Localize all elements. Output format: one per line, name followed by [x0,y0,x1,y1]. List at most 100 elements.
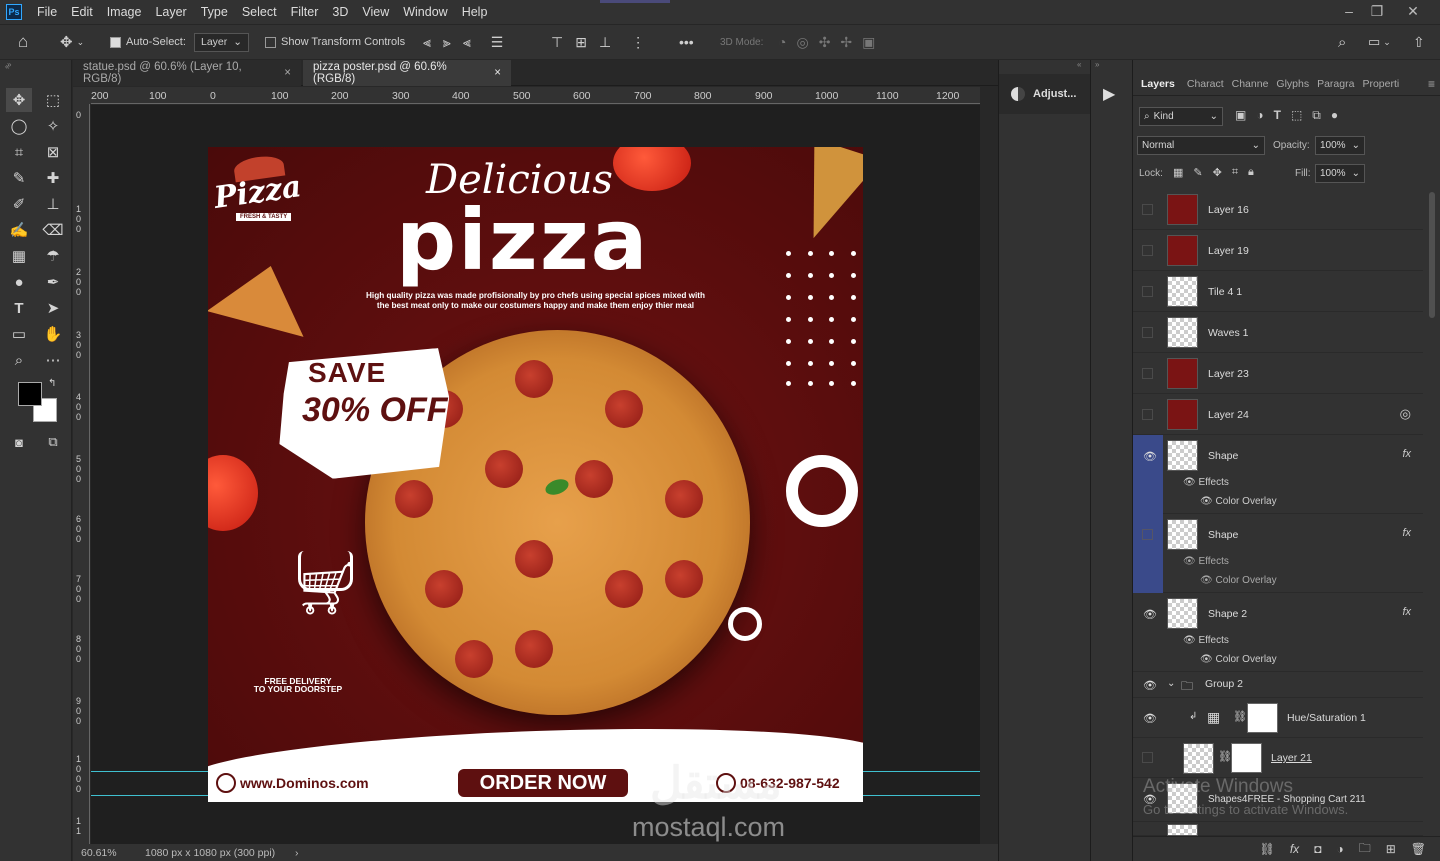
layer-row-adjustment[interactable]: 👁︎ ↲ ▦ ⛓︎ Hue/Saturation 1 [1133,698,1423,738]
play-icon[interactable]: ▶ [1103,84,1115,104]
layer-name[interactable]: Layer 19 [1208,245,1249,257]
effects-row[interactable]: 👁︎ Effects [1183,635,1229,646]
layer-row[interactable]: Layer 19 [1133,230,1423,271]
share-icon[interactable]: ⇧ [1413,25,1425,59]
menu-3d[interactable]: 3D [325,0,355,24]
auto-select-dropdown[interactable]: Layer ⌄ [194,32,250,52]
dodge-tool-icon[interactable]: ● [6,270,32,294]
menu-view[interactable]: View [355,0,396,24]
layer-row[interactable]: Waves 1 [1133,312,1423,353]
show-transform-checkbox[interactable]: Show Transform Controls [265,25,405,59]
camera-icon[interactable]: ▣ [862,34,875,51]
expand-icon[interactable]: » [1095,60,1099,69]
menu-filter[interactable]: Filter [284,0,326,24]
lock-image-icon[interactable]: ✎ [1193,166,1202,179]
tab-glyphs[interactable]: Glyphs [1272,78,1313,90]
link-icon[interactable]: ⛓︎ [1218,750,1232,763]
layer-row[interactable]: ⛓︎ Layer 21 [1133,738,1423,778]
panel-menu-icon[interactable]: ≡ [1428,77,1435,91]
layer-row-group[interactable]: 👁︎ ⌄ 🗀︎ Group 2 [1133,672,1423,698]
filter-kind-dropdown[interactable]: ⌕ Kind ⌄ [1139,107,1223,126]
fx-icon[interactable]: fx [1402,606,1411,618]
link-layers-icon[interactable]: ⛓︎ [1260,842,1275,856]
add-mask-icon[interactable]: ◘ [1314,842,1321,856]
filter-smart-icon[interactable]: ⧉ [1312,108,1321,123]
visibility-toggle[interactable] [1142,286,1153,297]
color-overlay-row[interactable]: 👁︎ Color Overlay [1200,575,1277,586]
layer-name[interactable]: Hue/Saturation 1 [1287,712,1366,724]
align-center-icon[interactable]: ⫸ [443,34,451,51]
opacity-field[interactable]: 100% ⌄ [1315,136,1365,155]
align-middle-icon[interactable]: ⊞ [575,34,587,51]
workspace-icon[interactable]: ▭ ⌄ [1368,25,1391,59]
fx-icon[interactable]: fx [1402,527,1411,539]
expand-icon[interactable]: » [7,60,11,69]
tab-layers[interactable]: Layers [1133,78,1183,90]
visibility-toggle[interactable] [1142,409,1153,420]
fx-icon[interactable]: fx [1402,448,1411,460]
distribute-vertical-icon[interactable]: ⋮ [631,34,645,51]
layer-name[interactable]: Shape 2 [1208,608,1247,620]
menu-type[interactable]: Type [194,0,235,24]
close-window-icon[interactable]: ✕ [1398,0,1428,24]
type-tool-icon[interactable]: T [6,296,32,320]
fill-field[interactable]: 100% ⌄ [1315,164,1365,183]
layer-row-shape[interactable]: 👁︎ Shape fx 👁︎ Effects 👁︎ Color Overlay [1133,435,1423,514]
effects-row[interactable]: 👁︎ Effects [1183,556,1229,567]
status-arrow-icon[interactable]: › [295,847,299,859]
layer-name[interactable]: Waves 1 [1208,327,1248,339]
layer-name[interactable]: Layer 21 [1271,752,1312,764]
layer-row[interactable]: Tile 4 1 [1133,271,1423,312]
distribute-icon[interactable]: ☰ [491,34,504,51]
layer-name[interactable]: Layer 24 [1208,409,1249,421]
close-tab-icon[interactable]: × [494,67,501,79]
brush-tool-icon[interactable]: ✐ [6,192,32,216]
new-layer-icon[interactable]: ⊞ [1386,842,1396,856]
pen-tool-icon[interactable]: ✒ [40,270,66,294]
blur-tool-icon[interactable]: ☂ [40,244,66,268]
fx-add-icon[interactable]: fx [1290,842,1299,856]
search-icon[interactable]: ⌕ [1338,25,1346,59]
adjustments-button[interactable]: Adjust... [999,74,1091,114]
menu-window[interactable]: Window [396,0,454,24]
roll-icon[interactable]: ◎ [796,34,808,51]
move-tool-icon[interactable]: ✥ [6,88,32,112]
frame-tool-icon[interactable]: ⊠ [40,140,66,164]
layer-mask-thumbnail[interactable] [1231,743,1262,773]
filter-adjustment-icon[interactable]: ◑ [1256,108,1263,123]
menu-layer[interactable]: Layer [148,0,193,24]
new-group-icon[interactable]: 🗀︎ [1359,839,1371,860]
layer-name[interactable]: Group 2 [1205,678,1243,690]
link-icon[interactable]: ⛓︎ [1233,710,1247,723]
tab-statue[interactable]: statue.psd @ 60.6% (Layer 10, RGB/8) × [73,60,301,86]
hand-tool-icon[interactable]: ✋ [40,322,66,346]
layer-name[interactable]: Shape [1208,450,1238,462]
more-options-icon[interactable]: ••• [679,25,694,59]
more-tools-icon[interactable]: ⋯ [40,348,66,372]
orbit-icon[interactable]: ◔ [778,34,786,50]
tab-paragraph[interactable]: Paragra [1313,78,1358,90]
visibility-toggle[interactable] [1142,204,1153,215]
stamp-tool-icon[interactable]: ⊥ [40,192,66,216]
effects-row[interactable]: 👁︎ Effects [1183,477,1229,488]
delete-layer-icon[interactable]: 🗑︎ [1411,842,1426,856]
tab-properties[interactable]: Properti [1358,78,1403,90]
align-bottom-icon[interactable]: ⊥ [599,34,611,51]
pan-icon[interactable]: ✣ [819,34,831,51]
zoom-tool-icon[interactable]: ⌕ [6,348,32,372]
layer-name[interactable]: Layer 23 [1208,368,1249,380]
foreground-color-swatch[interactable] [18,382,42,406]
vertical-ruler[interactable]: 0 1 0 0 2 0 0 3 0 0 4 0 0 5 0 0 6 0 0 7 … [73,104,90,844]
screen-mode-icon[interactable]: ⧉ [40,430,66,454]
chevron-down-icon[interactable]: ⌄ [1167,678,1175,689]
eyedropper-icon[interactable]: ✎ [6,166,32,190]
marquee-tool-icon[interactable]: ⬚ [40,88,66,112]
lasso-tool-icon[interactable]: ◯ [6,114,32,138]
minimize-icon[interactable]: – [1334,0,1364,24]
color-overlay-row[interactable]: 👁︎ Color Overlay [1200,496,1277,507]
visibility-toggle[interactable] [1142,368,1153,379]
auto-select-checkbox[interactable]: Auto-Select: [110,25,186,59]
layer-row-shape-2[interactable]: 👁︎ Shape 2 fx 👁︎ Effects 👁︎ Color Overla… [1133,593,1423,672]
restore-icon[interactable]: ❐ [1362,0,1392,24]
menu-file[interactable]: File [30,0,64,24]
